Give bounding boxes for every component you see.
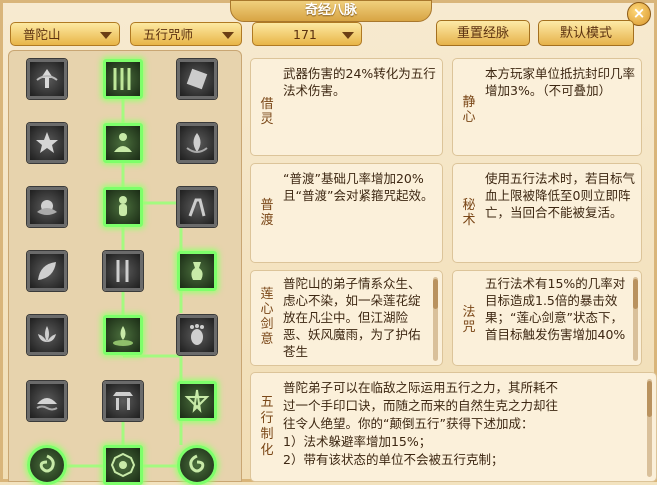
card-label: 普渡 [260, 198, 274, 228]
footprint-icon [190, 324, 204, 345]
lotus-up-icon [36, 69, 58, 88]
crane-figure-icon [188, 198, 206, 217]
chevron-down-icon [100, 32, 112, 39]
tree-node-guanyin-statue[interactable] [103, 187, 143, 227]
card-text: 普陀山的弟子情系众生、虑心不染，如一朵莲花绽放在凡尘中。但江湖险恶、妖风魔雨，为… [283, 276, 421, 359]
school-dropdown-value: 普陀山 [23, 27, 61, 42]
text-line: 往令人绝望。你的“颠倒五行”获得下述加成： [283, 416, 534, 431]
card-label: 静心 [462, 95, 476, 125]
burst-star-icon [36, 132, 58, 153]
tree-node-bamboo-forest[interactable] [103, 59, 143, 99]
card-label: 法咒 [462, 305, 476, 335]
school-dropdown[interactable]: 普陀山 [10, 22, 120, 46]
card-label: 莲心剑意 [260, 287, 274, 347]
meridian-tree-panel [8, 50, 242, 485]
tree-node-footprint[interactable] [177, 315, 217, 355]
scrollbar-thumb[interactable] [633, 279, 638, 309]
card-jingxin[interactable]: 静心 本方玩家单位抵抗封印几率增加3%。（不可叠加） [452, 58, 642, 156]
pentagram-icon [184, 389, 210, 413]
points-dropdown-value: 171 [293, 27, 317, 42]
bamboo-forest-icon [113, 68, 131, 90]
guanyin-statue-icon [119, 196, 127, 216]
bagua-icon [110, 452, 136, 478]
tree-node-bamboo-stalk[interactable] [103, 251, 143, 291]
window-title: 奇经八脉 [230, 0, 432, 22]
build-dropdown[interactable]: 五行咒师 [130, 22, 242, 46]
tree-node-leaf-blade[interactable] [27, 251, 67, 291]
card-scrollbar[interactable] [647, 379, 652, 477]
cloud-sea-icon [36, 398, 58, 411]
text-line: 过一个手印口诀，而随之而来的自然生克之力却往 [283, 398, 559, 413]
lotus-blossom-icon [37, 200, 57, 215]
card-pudu[interactable]: 普渡 “普渡”基础几率增加20%且“普渡”会对紧箍咒起效。 [250, 163, 443, 263]
flame-lotus-icon [186, 133, 208, 153]
card-lianxin-jianyi[interactable]: 莲心剑意 普陀山的弟子情系众生、虑心不染，如一朵莲花绽放在凡尘中。但江湖险恶、妖… [250, 270, 443, 366]
text-line: 1）法术躲避率增加15%； [283, 434, 432, 449]
tree-node-burst-star[interactable] [27, 123, 67, 163]
incense-vase-icon [191, 262, 203, 280]
tree-node-flame-lotus[interactable] [177, 123, 217, 163]
lotus-pond-icon [113, 326, 133, 346]
lotus-flower-icon [38, 326, 56, 342]
pagoda-gate-icon [113, 392, 133, 410]
bamboo-stalk-icon [116, 260, 129, 282]
tree-node-cloud-sea[interactable] [27, 381, 67, 421]
card-jieling[interactable]: 借灵 武器伤害的24%转化为五行法术伤害。 [250, 58, 443, 156]
tree-node-pagoda-gate[interactable] [103, 381, 143, 421]
card-label: 五行制化 [260, 395, 274, 458]
leaf-blade-icon [38, 262, 56, 280]
card-text: 五行法术有15%的几率对目标造成1.5倍的暴击效果；“莲心剑意”状态下，首目标触… [485, 276, 626, 342]
card-mishu[interactable]: 秘术 使用五行法术时，若目标气血上限被降低至0则立即阵亡，当回合不能被复活。 [452, 163, 642, 263]
tree-node-swirl-orb-right[interactable] [177, 445, 217, 485]
tree-node-lotus-up[interactable] [27, 59, 67, 99]
card-scrollbar[interactable] [433, 277, 438, 361]
chevron-down-icon [222, 32, 234, 39]
card-text: 本方玩家单位抵抗封印几率增加3%。（不可叠加） [485, 66, 636, 98]
text-line: 2）带有该状态的单位不会被五行克制； [283, 452, 504, 467]
tree-node-lotus-flower[interactable] [27, 315, 67, 355]
text-line: 普陀弟子可以在临敌之际运用五行之力，其所耗不 [283, 380, 559, 395]
tree-node-lotus-blossom[interactable] [27, 187, 67, 227]
meditating-figure-icon [114, 133, 132, 152]
tree-node-pentagram[interactable] [177, 381, 217, 421]
tree-node-meditating-figure[interactable] [103, 123, 143, 163]
chevron-down-icon [342, 32, 354, 39]
default-mode-button[interactable]: 默认模式 [538, 20, 634, 46]
card-fazhou[interactable]: 法咒 五行法术有15%的几率对目标造成1.5倍的暴击效果；“莲心剑意”状态下，首… [452, 270, 642, 366]
scrollbar-thumb[interactable] [433, 279, 438, 309]
tree-node-swirl-orb-left[interactable] [27, 445, 67, 485]
swirl-orb-left-icon [39, 454, 55, 473]
reset-meridians-button[interactable]: 重置经脉 [436, 20, 530, 46]
stone-wave-icon [186, 68, 208, 90]
card-wuxing-zhihua[interactable]: 五行制化 普陀弟子可以在临敌之际运用五行之力，其所耗不 过一个手印口诀，而随之而… [250, 372, 657, 482]
points-dropdown[interactable]: 171 [252, 22, 362, 46]
card-label: 借灵 [260, 97, 274, 127]
card-text: “普渡”基础几率增加20%且“普渡”会对紧箍咒起效。 [283, 171, 434, 203]
tree-node-stone-wave[interactable] [177, 59, 217, 99]
card-scrollbar[interactable] [633, 277, 638, 361]
scrollbar-thumb[interactable] [647, 381, 652, 417]
card-label: 秘术 [462, 198, 476, 228]
card-text: 普陀弟子可以在临敌之际运用五行之力，其所耗不 过一个手印口诀，而随之而来的自然生… [283, 379, 643, 483]
tree-node-crane-figure[interactable] [177, 187, 217, 227]
tree-node-lotus-pond[interactable] [103, 315, 143, 355]
card-text: 使用五行法术时，若目标气血上限被降低至0则立即阵亡，当回合不能被复活。 [485, 171, 636, 220]
build-dropdown-value: 五行咒师 [143, 27, 194, 42]
tree-node-bagua[interactable] [103, 445, 143, 485]
tree-node-incense-vase[interactable] [177, 251, 217, 291]
card-text: 武器伤害的24%转化为五行法术伤害。 [283, 66, 436, 98]
swirl-orb-right-icon [189, 454, 205, 473]
